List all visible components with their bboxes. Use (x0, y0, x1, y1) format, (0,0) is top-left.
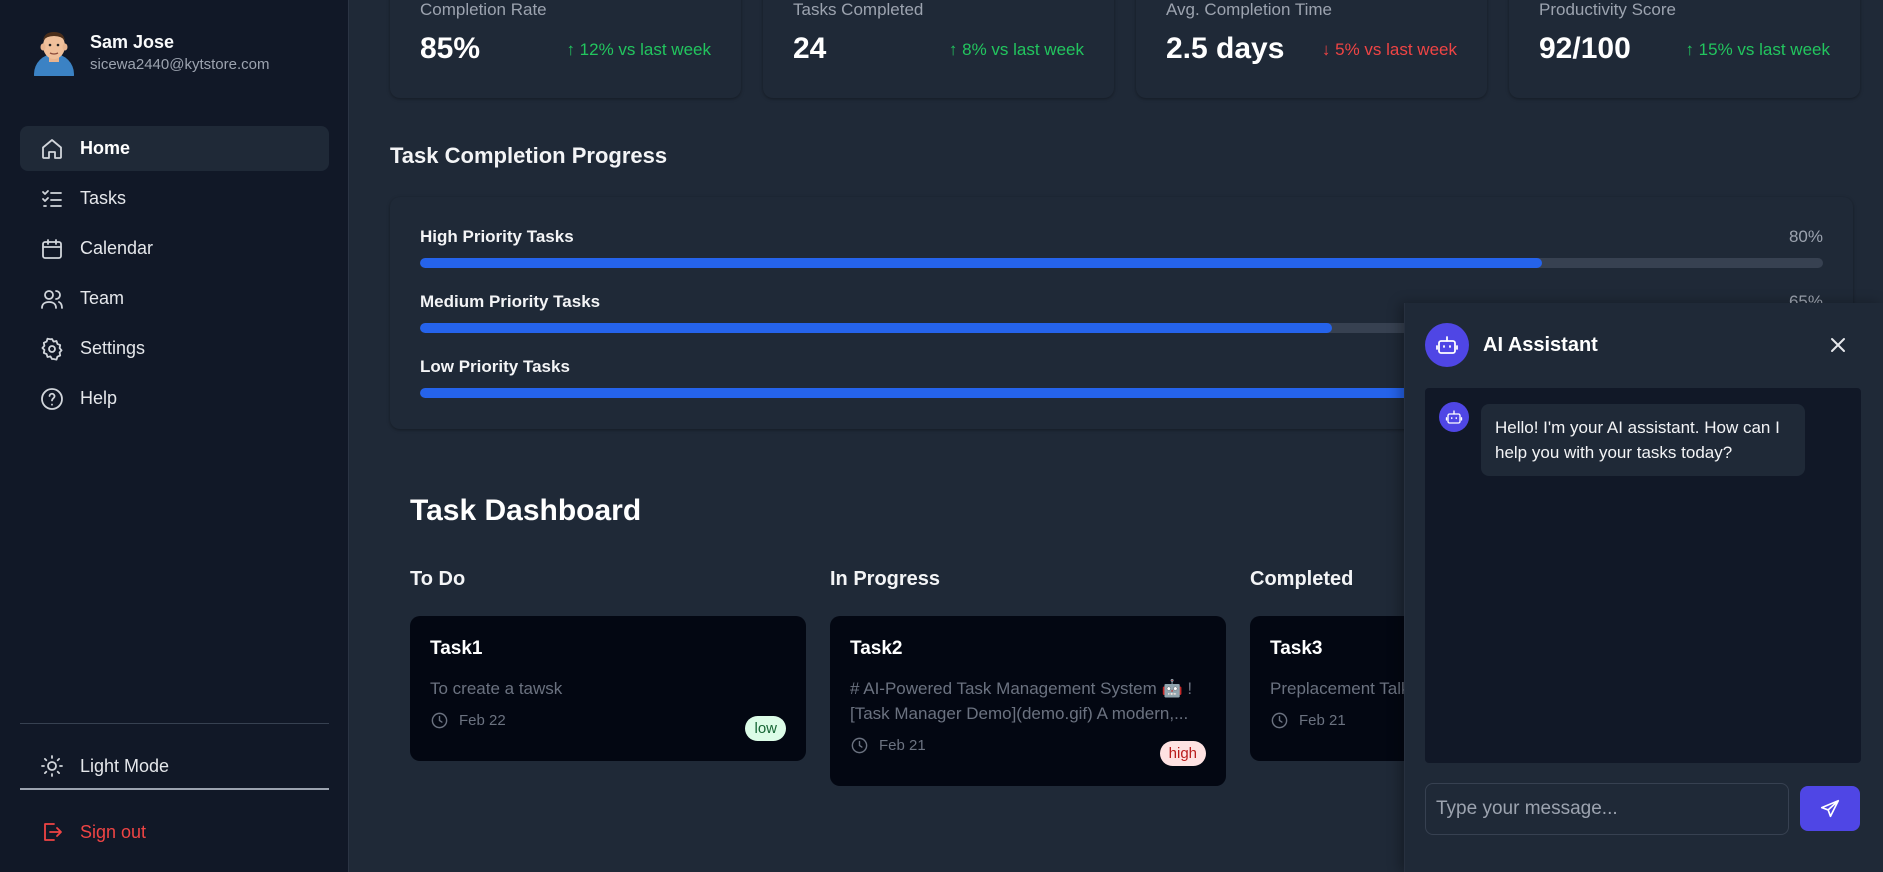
assistant-title: AI Assistant (1483, 333, 1598, 356)
sidebar-item-calendar[interactable]: Calendar (20, 226, 329, 271)
stat-value: 2.5 days (1166, 32, 1285, 65)
stat-card-productivity-score: Productivity Score 92/100 ↑ 15% vs last … (1509, 0, 1860, 98)
progress-section-title: Task Completion Progress (390, 143, 668, 168)
stat-value: 92/100 (1539, 32, 1631, 65)
ai-assistant-panel: AI Assistant Hello! I'm your AI assistan… (1404, 303, 1883, 872)
sidebar-item-label: Team (80, 288, 125, 308)
progress-fill (420, 258, 1543, 268)
send-icon (1820, 799, 1840, 817)
sidebar-item-tasks[interactable]: Tasks (20, 176, 329, 221)
sidebar-item-label: Settings (80, 338, 146, 358)
list-check-icon (42, 189, 62, 207)
stat-label: Completion Rate (420, 0, 547, 19)
message-input[interactable] (1425, 783, 1789, 835)
light-mode-toggle[interactable]: Light Mode (20, 744, 329, 790)
task-description: To create a tawsk (430, 679, 563, 698)
sign-out-label: Sign out (80, 821, 147, 842)
task-date-text: Feb 21 (1299, 712, 1346, 729)
profile-name: Sam Jose (90, 31, 175, 52)
stat-label: Tasks Completed (793, 0, 924, 19)
sidebar-item-team[interactable]: Team (20, 276, 329, 321)
sidebar-item-help[interactable]: Help (20, 376, 329, 421)
priority-badge: high (1159, 741, 1206, 766)
stat-change: ↑ 15% vs last week (1685, 40, 1830, 59)
progress-track (420, 258, 1823, 268)
close-button[interactable] (1827, 334, 1849, 356)
sidebar-item-settings[interactable]: Settings (20, 326, 329, 371)
column-todo: To Do Task1 To create a tawsk Feb 22 low (410, 568, 806, 761)
clock-icon (431, 712, 448, 729)
priority-badge: low (745, 716, 786, 741)
logout-icon (44, 823, 62, 841)
stat-card-completion-rate: Completion Rate 85% ↑ 12% vs last week (390, 0, 741, 98)
avatar (34, 32, 74, 76)
progress-row-high: High Priority Tasks 80% (420, 227, 1823, 268)
sidebar-item-label: Calendar (80, 238, 154, 258)
chat-messages[interactable]: Hello! I'm your AI assistant. How can I … (1425, 388, 1861, 763)
close-icon (1831, 338, 1845, 352)
robot-icon (1445, 410, 1463, 424)
task-title: Task2 (850, 638, 903, 659)
light-mode-label: Light Mode (80, 755, 170, 776)
task-date-text: Feb 21 (879, 737, 926, 754)
sun-icon (41, 755, 63, 777)
column-title: To Do (410, 568, 466, 590)
stat-label: Productivity Score (1539, 0, 1676, 19)
stats-row: Completion Rate 85% ↑ 12% vs last week T… (390, 0, 1860, 98)
stat-value: 24 (793, 32, 827, 65)
task-date: Feb 21 (850, 736, 1206, 755)
profile-email: sicewa2440@kytstore.com (90, 55, 270, 73)
sign-out-button[interactable]: Sign out (40, 820, 146, 844)
sidebar-item-label: Tasks (80, 188, 127, 208)
stat-value: 85% (420, 32, 481, 65)
sidebar-item-label: Help (80, 388, 118, 408)
chat-message: Hello! I'm your AI assistant. How can I … (1439, 402, 1805, 476)
sidebar-item-home[interactable]: Home (20, 126, 329, 171)
home-icon (42, 138, 62, 159)
user-profile[interactable]: Sam Jose sicewa2440@kytstore.com (32, 28, 269, 76)
column-in-progress: In Progress Task2 # AI-Powered Task Mana… (830, 568, 1226, 786)
sidebar: Sam Jose sicewa2440@kytstore.com Home Ta… (0, 0, 349, 872)
robot-icon (1436, 336, 1458, 354)
stat-change: ↑ 12% vs last week (566, 40, 711, 59)
sidebar-nav: Home Tasks Calendar Team Settings Help (20, 126, 329, 426)
stat-change: ↑ 8% vs last week (948, 40, 1084, 59)
progress-percent: 80% (1788, 227, 1823, 246)
task-description: # AI-Powered Task Management System 🤖 ! … (850, 679, 1193, 723)
gear-icon (41, 337, 63, 360)
message-bubble: Hello! I'm your AI assistant. How can I … (1481, 404, 1805, 476)
stat-label: Avg. Completion Time (1166, 0, 1332, 19)
stat-card-avg-completion-time: Avg. Completion Time 2.5 days ↓ 5% vs la… (1136, 0, 1487, 98)
sidebar-divider (20, 723, 329, 724)
progress-fill (420, 323, 1332, 333)
assistant-avatar (1425, 323, 1469, 367)
send-button[interactable] (1800, 786, 1860, 831)
calendar-icon (42, 238, 62, 259)
assistant-header: AI Assistant (1425, 323, 1598, 367)
message-avatar (1439, 402, 1469, 432)
column-title: In Progress (830, 568, 941, 590)
task-card[interactable]: Task1 To create a tawsk Feb 22 low (410, 616, 806, 761)
users-icon (41, 289, 63, 309)
help-circle-icon (41, 387, 63, 410)
sidebar-item-label: Home (80, 138, 131, 158)
task-date: Feb 22 (430, 711, 786, 730)
clock-icon (851, 737, 868, 754)
task-title: Task1 (430, 638, 483, 659)
task-card[interactable]: Task2 # AI-Powered Task Management Syste… (830, 616, 1226, 786)
progress-label: High Priority Tasks (420, 227, 574, 246)
task-date-text: Feb 22 (459, 712, 506, 729)
dashboard-title: Task Dashboard (410, 494, 642, 527)
clock-icon (1271, 712, 1288, 729)
stat-card-tasks-completed: Tasks Completed 24 ↑ 8% vs last week (763, 0, 1114, 98)
stat-change: ↓ 5% vs last week (1321, 40, 1457, 59)
